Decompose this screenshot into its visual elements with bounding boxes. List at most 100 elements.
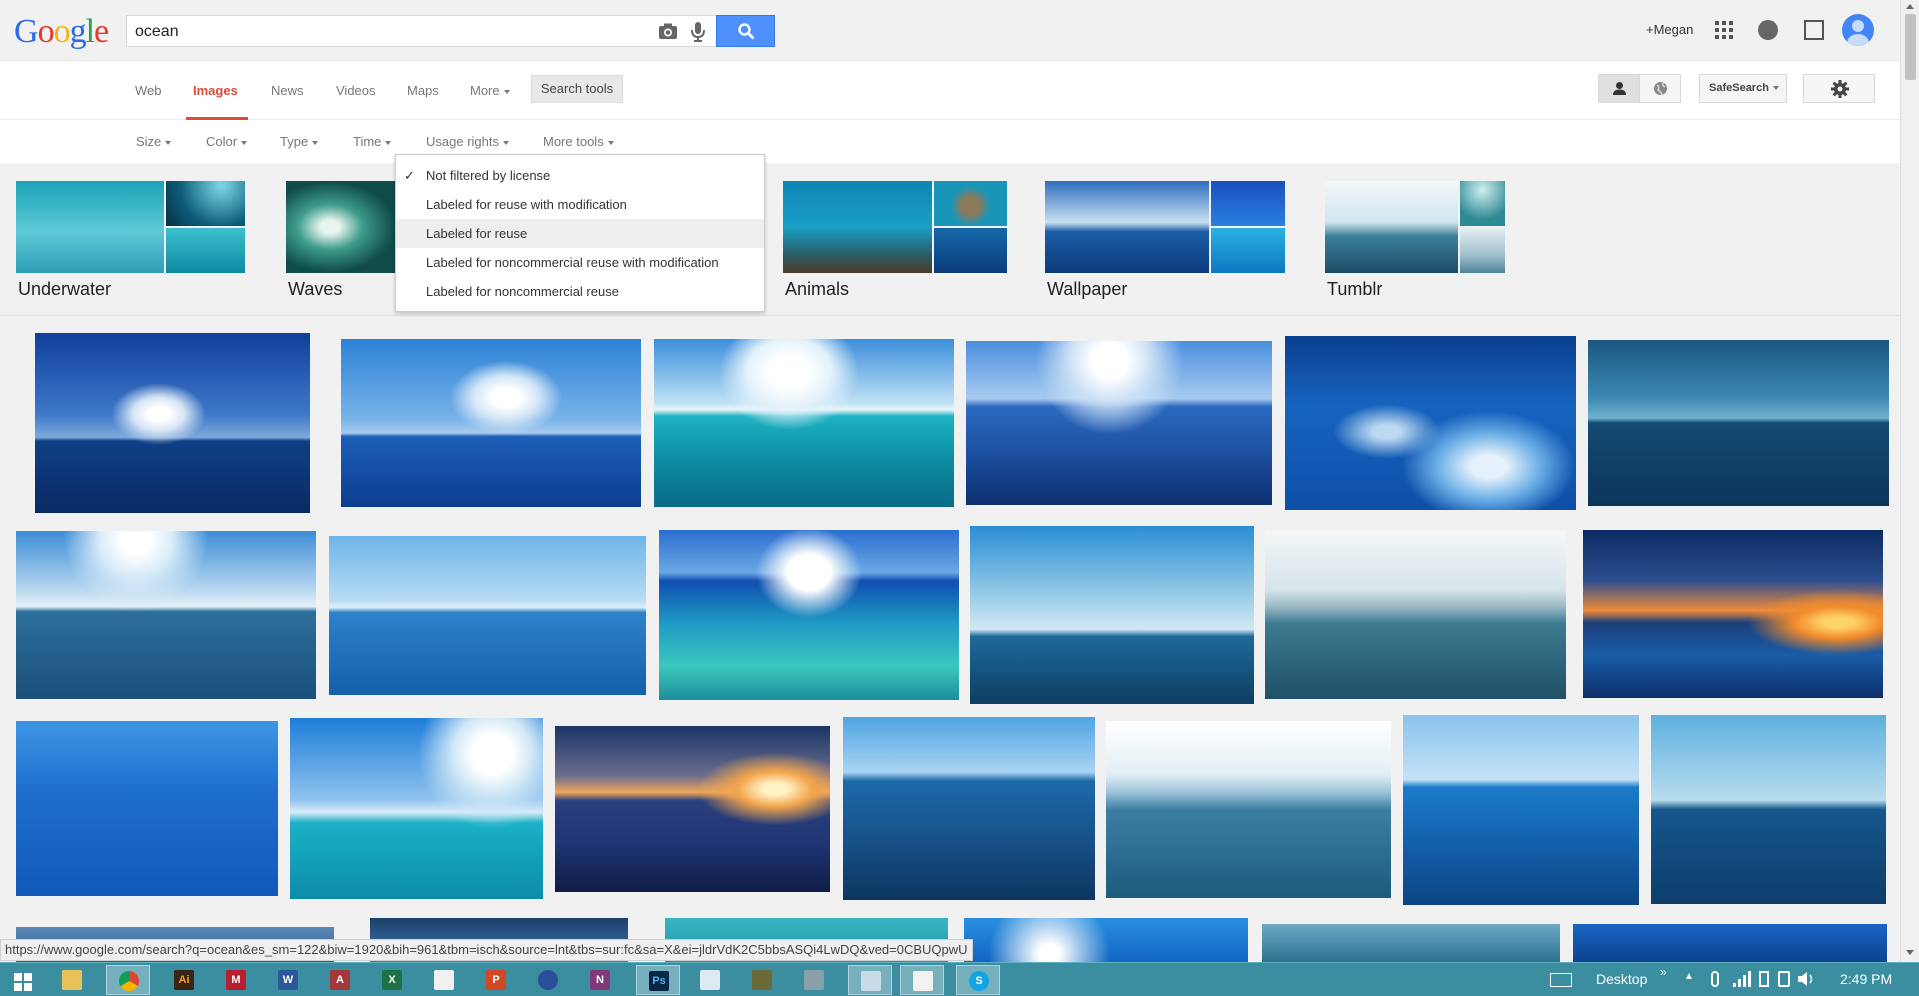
taskbar-photoshop[interactable]: Ps <box>636 965 680 995</box>
tool-type[interactable]: Type <box>280 134 319 149</box>
search-icon <box>738 23 755 40</box>
image-result[interactable] <box>16 721 278 896</box>
image-result[interactable] <box>1265 531 1566 699</box>
taskbar-excel[interactable]: X <box>370 965 414 995</box>
image-result[interactable] <box>341 339 641 507</box>
tool-usage-rights[interactable]: Usage rights <box>426 134 509 149</box>
tool-time-label: Time <box>353 134 382 149</box>
search-button[interactable] <box>716 15 775 47</box>
taskbar-window-manager[interactable] <box>848 965 892 995</box>
image-result[interactable] <box>555 726 830 892</box>
scroll-down-arrow-icon[interactable] <box>1906 950 1914 955</box>
personal-results-button[interactable] <box>1598 74 1640 103</box>
menu-item-not-filtered[interactable]: ✓ Not filtered by license <box>396 161 764 190</box>
menu-item-reuse[interactable]: Labeled for reuse <box>396 219 764 248</box>
hide-personal-results-button[interactable] <box>1639 74 1681 103</box>
page-scrollbar[interactable] <box>1900 0 1919 963</box>
image-result[interactable] <box>966 341 1272 505</box>
keyboard-icon[interactable] <box>1550 973 1572 987</box>
microphone-icon[interactable] <box>690 21 706 43</box>
taskbar-app-m[interactable]: M <box>214 965 258 995</box>
image-result[interactable] <box>1403 715 1639 905</box>
action-center-icon[interactable] <box>1778 971 1790 987</box>
tab-web[interactable]: Web <box>135 83 162 98</box>
safesearch-dropdown[interactable]: SafeSearch <box>1699 74 1787 103</box>
notifications-bell-icon[interactable] <box>1758 20 1778 40</box>
image-result[interactable] <box>1262 924 1560 963</box>
taskbar-access[interactable]: A <box>318 965 362 995</box>
camera-icon[interactable] <box>658 23 678 40</box>
desktop-toolbar-label[interactable]: Desktop <box>1596 971 1647 987</box>
search-tools-button[interactable]: Search tools <box>531 75 623 103</box>
menu-item-reuse-with-modification[interactable]: Labeled for reuse with modification <box>396 190 764 219</box>
related-search-waves[interactable]: Waves <box>286 181 396 299</box>
scroll-thumb[interactable] <box>1905 14 1916 80</box>
image-result[interactable] <box>654 339 954 507</box>
start-button[interactable] <box>0 965 44 995</box>
related-search-underwater[interactable]: Underwater <box>16 181 245 299</box>
share-plus-icon[interactable] <box>1804 20 1824 40</box>
image-result[interactable] <box>16 531 316 699</box>
image-result[interactable] <box>1285 336 1576 510</box>
menu-item-noncommercial-reuse-with-modification[interactable]: Labeled for noncommercial reuse with mod… <box>396 248 764 277</box>
taskbar-powerpoint[interactable]: P <box>474 965 518 995</box>
chevron-down-icon <box>607 140 614 145</box>
image-result[interactable] <box>1588 340 1889 506</box>
toolbar-expand-icon[interactable]: » <box>1660 965 1667 979</box>
account-avatar[interactable] <box>1842 14 1874 46</box>
signal-strength-icon[interactable] <box>1733 971 1751 987</box>
taskbar-onenote[interactable]: N <box>578 965 622 995</box>
image-result[interactable] <box>1583 530 1883 698</box>
image-result[interactable] <box>964 918 1248 963</box>
tab-news[interactable]: News <box>271 83 304 98</box>
search-input[interactable] <box>135 22 635 42</box>
image-result[interactable] <box>290 718 543 899</box>
tab-more[interactable]: More <box>470 83 510 98</box>
image-result[interactable] <box>843 717 1095 900</box>
user-profile-link[interactable]: +Megan <box>1646 22 1693 37</box>
taskbar-calculator[interactable] <box>422 965 466 995</box>
taskbar-app-globe[interactable] <box>526 965 570 995</box>
menu-item-noncommercial-reuse[interactable]: Labeled for noncommercial reuse <box>396 277 764 306</box>
gear-icon <box>1831 80 1849 98</box>
image-result[interactable] <box>1106 721 1391 898</box>
image-result[interactable] <box>970 526 1254 704</box>
scroll-up-arrow-icon[interactable] <box>1906 4 1914 9</box>
google-logo[interactable]: Google <box>14 12 109 52</box>
image-result[interactable] <box>1573 924 1887 963</box>
image-result[interactable] <box>659 530 959 700</box>
related-thumbnail <box>934 181 1007 226</box>
image-result[interactable] <box>329 536 646 695</box>
related-search-label: Waves <box>288 279 343 299</box>
globe-icon <box>1654 82 1667 96</box>
tab-videos[interactable]: Videos <box>336 83 376 98</box>
apps-grid-icon[interactable] <box>1714 20 1734 40</box>
taskbar-document[interactable] <box>688 965 732 995</box>
taskbar-skype[interactable]: S <box>956 965 1000 995</box>
related-search-tumblr[interactable]: Tumblr <box>1325 181 1505 299</box>
tool-color[interactable]: Color <box>206 134 248 149</box>
taskbar-illustrator[interactable]: Ai <box>162 965 206 995</box>
battery-icon[interactable] <box>1759 971 1769 987</box>
tool-more-tools[interactable]: More tools <box>543 134 614 149</box>
tab-images[interactable]: Images <box>193 83 238 98</box>
image-result[interactable] <box>35 333 310 513</box>
search-box[interactable] <box>126 15 716 47</box>
taskbar-clock[interactable]: 2:49 PM <box>1840 971 1892 987</box>
related-search-wallpaper[interactable]: Wallpaper <box>1045 181 1285 299</box>
tool-time[interactable]: Time <box>353 134 392 149</box>
taskbar-chrome[interactable] <box>106 965 150 995</box>
tool-size[interactable]: Size <box>136 134 172 149</box>
tab-maps[interactable]: Maps <box>407 83 439 98</box>
image-result[interactable] <box>1651 715 1886 904</box>
bluetooth-icon[interactable] <box>1711 971 1719 987</box>
taskbar-acrobat[interactable] <box>900 965 944 995</box>
volume-icon[interactable] <box>1798 971 1816 987</box>
show-hidden-icons-icon[interactable]: ▲ <box>1684 971 1694 982</box>
taskbar-file-explorer[interactable] <box>50 965 94 995</box>
settings-button[interactable] <box>1803 74 1875 103</box>
taskbar-word[interactable]: W <box>266 965 310 995</box>
taskbar-app-figure[interactable] <box>740 965 784 995</box>
related-search-animals[interactable]: Animals <box>783 181 1007 299</box>
taskbar-app-tool[interactable] <box>792 965 836 995</box>
